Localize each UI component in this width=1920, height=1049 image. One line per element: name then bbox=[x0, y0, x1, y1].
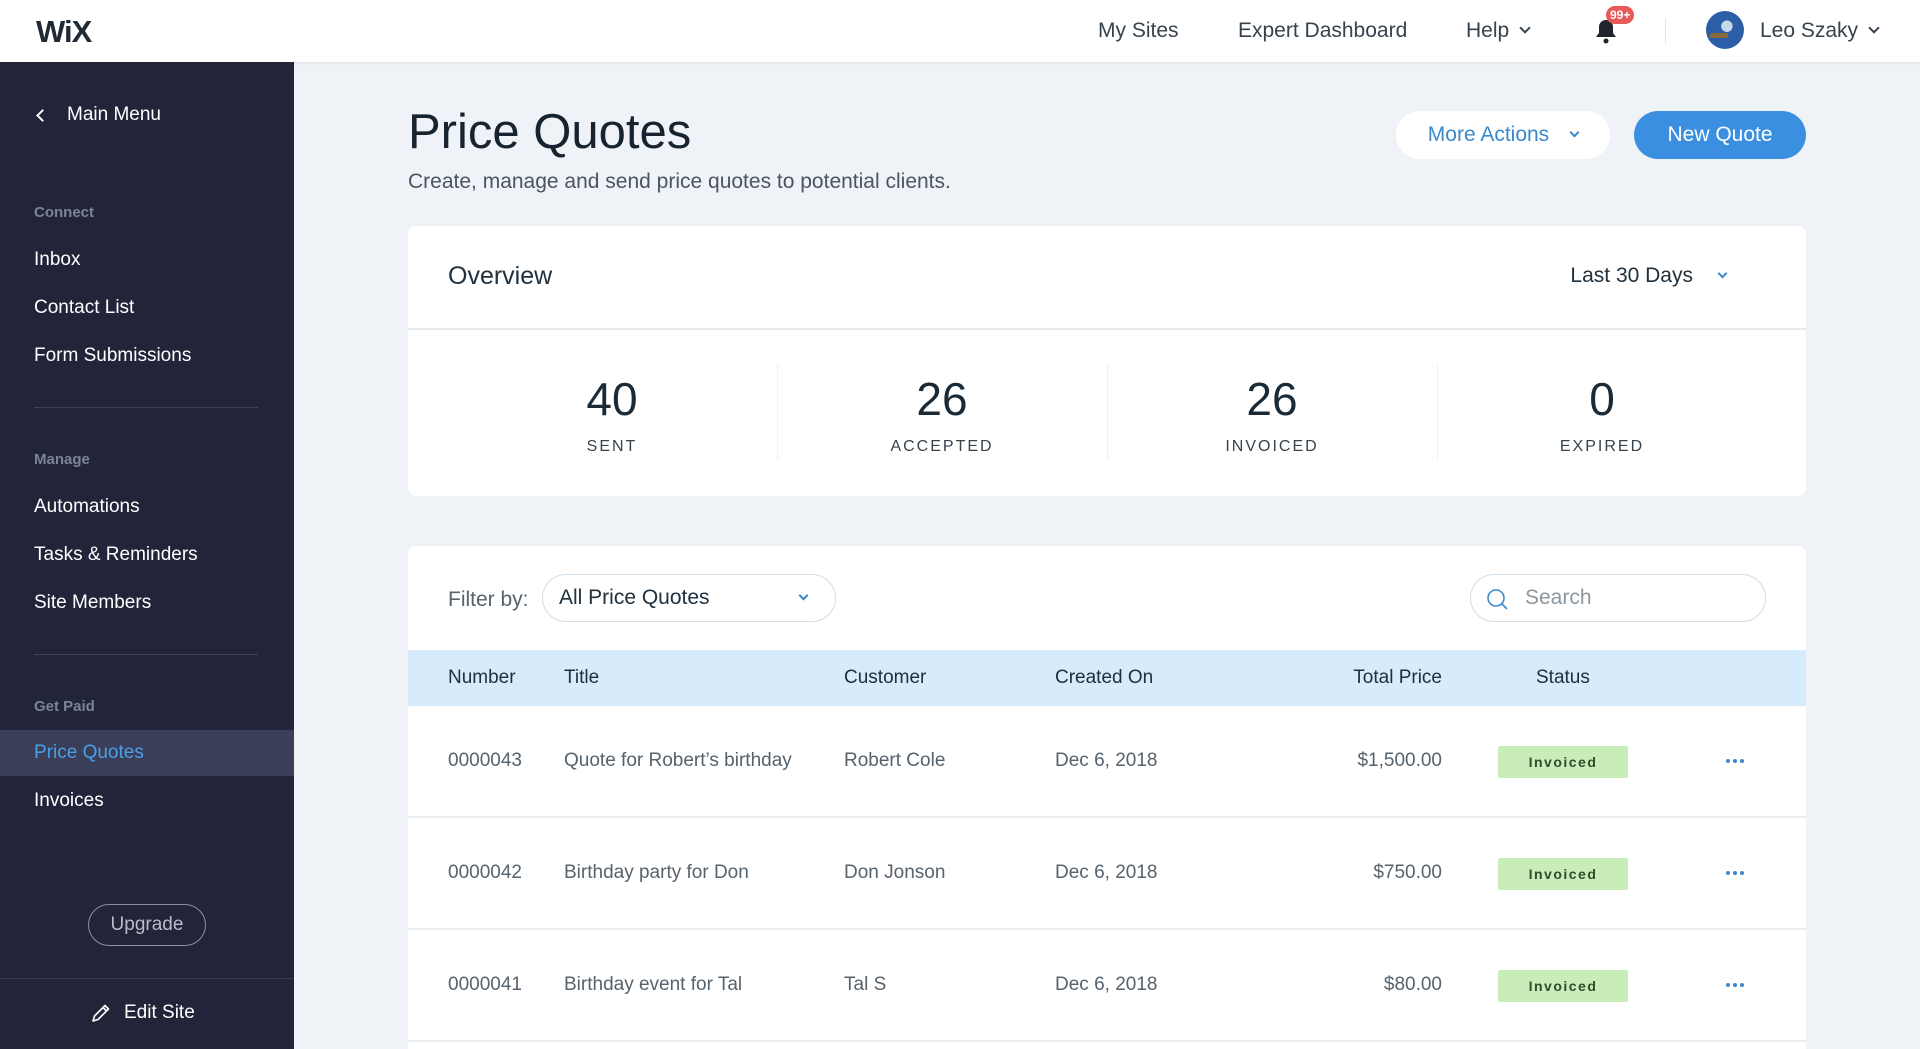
upgrade-button[interactable]: Upgrade bbox=[88, 904, 206, 946]
stat-value: 0 bbox=[1589, 373, 1615, 425]
stat-label: ACCEPTED bbox=[890, 438, 994, 455]
section-label-connect: Connect bbox=[34, 204, 94, 221]
nav-expert-dashboard[interactable]: Expert Dashboard bbox=[1238, 0, 1407, 62]
col-number[interactable]: Number bbox=[448, 650, 516, 706]
col-title[interactable]: Title bbox=[564, 650, 599, 706]
edit-site-button[interactable]: Edit Site bbox=[90, 1002, 195, 1024]
cell-title: Quote for Robert’s birthday bbox=[564, 750, 792, 771]
cell-title: Birthday party for Don bbox=[564, 862, 749, 883]
sidebar-item-invoices[interactable]: Invoices bbox=[0, 778, 294, 824]
sidebar-item-price-quotes[interactable]: Price Quotes bbox=[0, 730, 294, 776]
sidebar-item-site-members[interactable]: Site Members bbox=[0, 580, 294, 626]
overview-title: Overview bbox=[448, 262, 553, 290]
filter-value: All Price Quotes bbox=[559, 586, 710, 609]
cell-created-on: Dec 6, 2018 bbox=[1055, 862, 1158, 883]
stat-value: 40 bbox=[586, 373, 638, 425]
stat-label: INVOICED bbox=[1225, 438, 1319, 455]
table-row[interactable]: 0000042 Birthday party for Don Don Jonso… bbox=[408, 818, 1806, 930]
page-title: Price Quotes bbox=[408, 105, 692, 159]
overview-card: Overview Last 30 Days 40 SENT 26 ACCEPTE… bbox=[408, 226, 1806, 496]
chevron-down-icon bbox=[1569, 127, 1580, 137]
main-menu-label: Main Menu bbox=[67, 104, 161, 125]
status-badge: Invoiced bbox=[1498, 858, 1628, 890]
more-options-icon[interactable] bbox=[1720, 746, 1750, 776]
stat-label: SENT bbox=[586, 438, 638, 455]
sidebar-divider bbox=[34, 654, 258, 655]
cell-number: 0000043 bbox=[448, 750, 522, 771]
stat-sent: 40 SENT bbox=[447, 334, 777, 496]
sidebar-item-automations[interactable]: Automations bbox=[0, 484, 294, 530]
filter-dropdown[interactable]: All Price Quotes bbox=[542, 574, 836, 622]
cell-number: 0000042 bbox=[448, 862, 522, 883]
col-created-on[interactable]: Created On bbox=[1055, 650, 1153, 706]
pencil-icon bbox=[92, 1004, 110, 1022]
search-input[interactable]: Search bbox=[1470, 574, 1766, 622]
main-menu-back[interactable]: Main Menu bbox=[34, 104, 161, 126]
sidebar-item-form-submissions[interactable]: Form Submissions bbox=[0, 333, 294, 379]
section-label-get-paid: Get Paid bbox=[34, 698, 95, 715]
stat-expired: 0 EXPIRED bbox=[1437, 334, 1767, 496]
col-status[interactable]: Status bbox=[1536, 650, 1590, 706]
more-actions-label: More Actions bbox=[1427, 123, 1550, 146]
chevron-left-icon bbox=[36, 108, 49, 122]
sidebar-divider bbox=[34, 407, 258, 408]
user-name: Leo Szaky bbox=[1760, 19, 1859, 42]
more-options-icon[interactable] bbox=[1720, 970, 1750, 1000]
help-label: Help bbox=[1466, 19, 1510, 42]
status-badge: Invoiced bbox=[1498, 746, 1628, 778]
chevron-down-icon bbox=[798, 590, 809, 601]
table-row[interactable]: 0000041 Birthday event for Tal Tal S Dec… bbox=[408, 930, 1806, 1042]
nav-my-sites[interactable]: My Sites bbox=[1098, 0, 1179, 62]
cell-customer: Tal S bbox=[844, 974, 887, 995]
wix-logo[interactable]: WiX bbox=[36, 14, 92, 50]
more-options-icon[interactable] bbox=[1720, 858, 1750, 888]
filter-label: Filter by: bbox=[448, 588, 529, 611]
cell-customer: Don Jonson bbox=[844, 862, 946, 883]
table-header: Number Title Customer Created On Total P… bbox=[408, 650, 1806, 706]
sidebar-item-inbox[interactable]: Inbox bbox=[0, 237, 294, 283]
chevron-down-icon bbox=[1519, 22, 1531, 34]
cell-title: Birthday event for Tal bbox=[564, 974, 743, 995]
quotes-table-card: Filter by: All Price Quotes Search Numbe… bbox=[408, 546, 1806, 1049]
notification-badge: 99+ bbox=[1606, 6, 1635, 24]
cell-total-price: $750.00 bbox=[1373, 862, 1442, 883]
more-actions-button[interactable]: More Actions bbox=[1396, 111, 1610, 159]
search-icon bbox=[1487, 589, 1508, 610]
sidebar: Main Menu Connect Inbox Contact List For… bbox=[0, 62, 294, 1049]
col-total-price[interactable]: Total Price bbox=[1288, 650, 1442, 706]
cell-created-on: Dec 6, 2018 bbox=[1055, 750, 1158, 771]
divider bbox=[408, 328, 1806, 330]
nav-help[interactable]: Help bbox=[1466, 0, 1531, 62]
stat-invoiced: 26 INVOICED bbox=[1107, 334, 1437, 496]
edit-site-label: Edit Site bbox=[124, 1002, 195, 1023]
cell-total-price: $80.00 bbox=[1383, 974, 1442, 995]
sidebar-divider bbox=[0, 978, 294, 979]
sidebar-item-tasks-reminders[interactable]: Tasks & Reminders bbox=[0, 532, 294, 578]
period-label: Last 30 Days bbox=[1570, 264, 1693, 287]
page-subtitle: Create, manage and send price quotes to … bbox=[408, 170, 951, 193]
col-customer[interactable]: Customer bbox=[844, 650, 926, 706]
cell-number: 0000041 bbox=[448, 974, 522, 995]
stat-accepted: 26 ACCEPTED bbox=[777, 334, 1107, 496]
user-menu[interactable]: Leo Szaky bbox=[1760, 0, 1880, 62]
chevron-down-icon bbox=[1717, 268, 1728, 278]
stat-value: 26 bbox=[916, 373, 968, 425]
section-label-manage: Manage bbox=[34, 451, 90, 468]
cell-customer: Robert Cole bbox=[844, 750, 946, 771]
table-row[interactable]: 0000043 Quote for Robert’s birthday Robe… bbox=[408, 706, 1806, 818]
divider bbox=[1665, 18, 1666, 44]
search-placeholder: Search bbox=[1525, 586, 1592, 609]
avatar[interactable] bbox=[1706, 11, 1744, 49]
stat-value: 26 bbox=[1246, 373, 1298, 425]
top-bar: WiX My Sites Expert Dashboard Help 99+ L… bbox=[0, 0, 1920, 62]
chevron-down-icon bbox=[1868, 22, 1880, 34]
status-badge: Invoiced bbox=[1498, 970, 1628, 1002]
cell-created-on: Dec 6, 2018 bbox=[1055, 974, 1158, 995]
sidebar-item-contact-list[interactable]: Contact List bbox=[0, 285, 294, 331]
cell-total-price: $1,500.00 bbox=[1357, 750, 1442, 771]
stat-label: EXPIRED bbox=[1559, 438, 1645, 455]
new-quote-button[interactable]: New Quote bbox=[1634, 111, 1806, 159]
period-dropdown[interactable]: Last 30 Days bbox=[1570, 264, 1728, 288]
